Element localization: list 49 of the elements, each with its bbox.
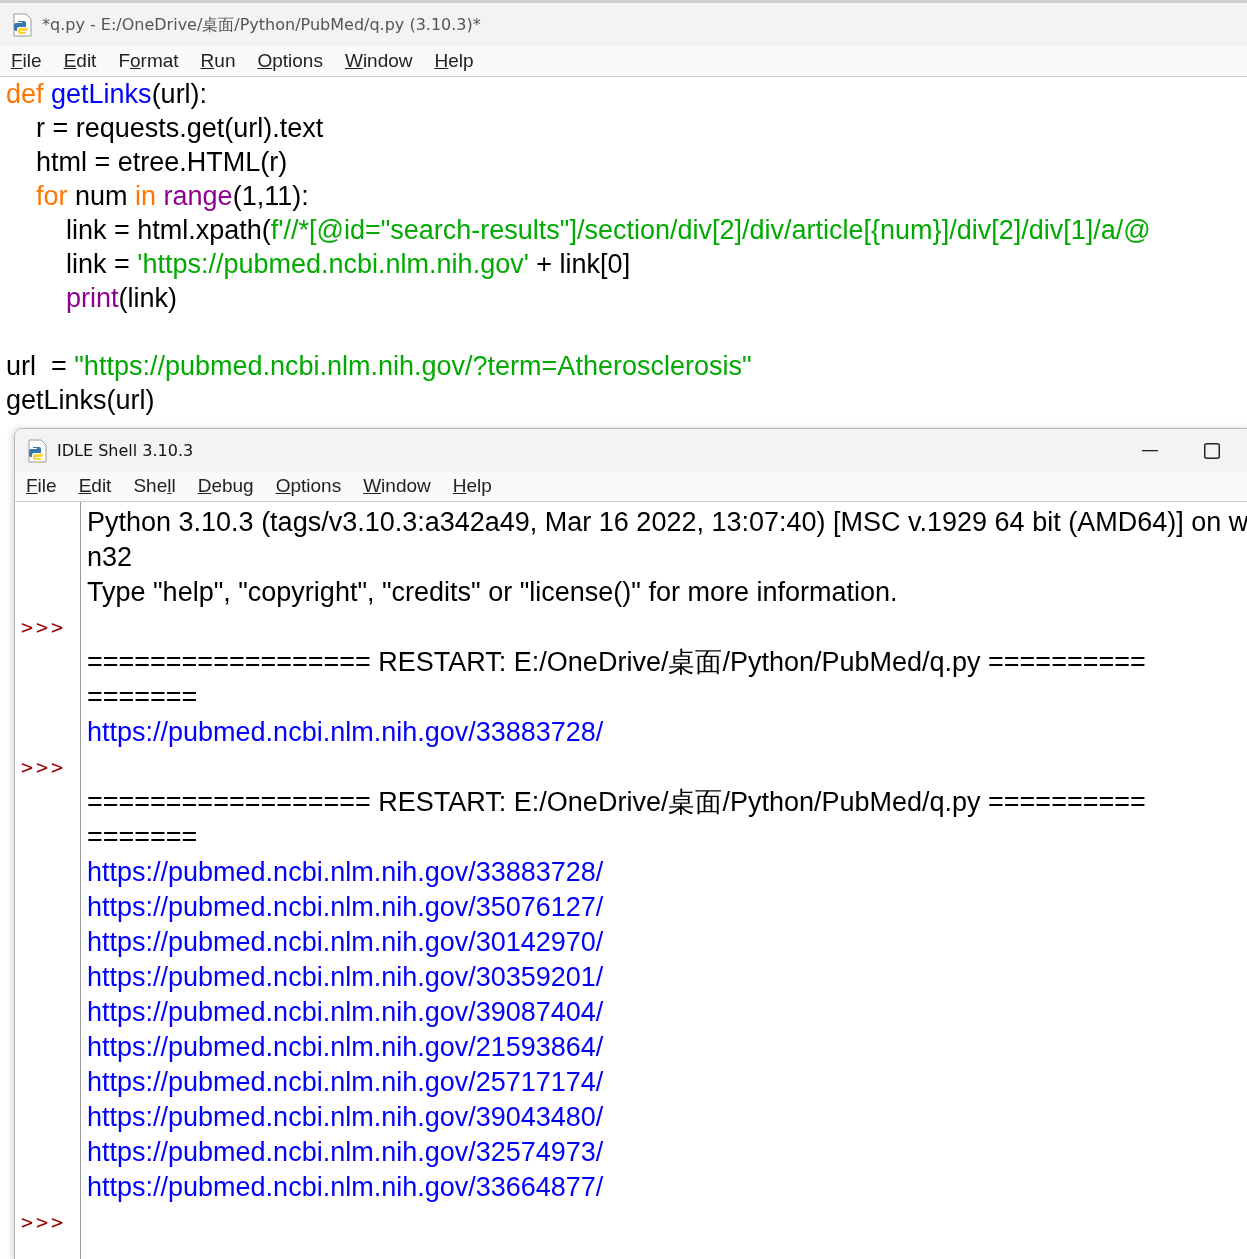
output-link[interactable]: https://pubmed.ncbi.nlm.nih.gov/33664877/ <box>87 1170 1247 1205</box>
menu-item[interactable]: Shell <box>122 472 187 501</box>
output-link[interactable]: https://pubmed.ncbi.nlm.nih.gov/32574973/ <box>87 1135 1247 1170</box>
output-link[interactable]: https://pubmed.ncbi.nlm.nih.gov/35076127/ <box>87 890 1247 925</box>
menu-item[interactable]: Edit <box>67 472 123 501</box>
code-line: html = etree.HTML(r) <box>35 146 289 179</box>
maximize-icon[interactable] <box>1204 442 1220 459</box>
menu-item[interactable]: Debug <box>186 472 265 501</box>
output-link[interactable]: https://pubmed.ncbi.nlm.nih.gov/39087404/ <box>87 995 1247 1030</box>
output-link[interactable]: https://pubmed.ncbi.nlm.nih.gov/30359201/ <box>87 960 1247 995</box>
menu-item[interactable]: Window <box>333 47 424 76</box>
output-line: n32 <box>87 541 134 574</box>
output-link[interactable]: https://pubmed.ncbi.nlm.nih.gov/39043480/ <box>87 1100 1247 1135</box>
menu-item[interactable]: Help <box>423 47 485 76</box>
python-file-icon <box>27 438 49 463</box>
menu-item[interactable]: Options <box>264 472 353 501</box>
window-title: *q.py - E:/OneDrive/桌面/Python/PubMed/q.py (3.10.3)* <box>42 14 481 36</box>
prompt: >>> <box>20 1209 68 1236</box>
output-link[interactable]: https://pubmed.ncbi.nlm.nih.gov/30142970/ <box>87 925 1247 960</box>
menu-item[interactable]: Help <box>441 472 503 501</box>
code-line: link = html.xpath(f'//*[@id="search-results"]/section/div[2]/div/article[{num}]/div[2]/div[1]/a/@ <box>65 214 1152 247</box>
output-line: Type "help", "copyright", "credits" or "license()" for more information. <box>87 576 899 609</box>
code-line: link = 'https://pubmed.ncbi.nlm.nih.gov' + link[0] <box>65 248 632 281</box>
prompt: >>> <box>20 754 68 781</box>
output-line: ======= <box>87 681 199 714</box>
output-link[interactable]: https://pubmed.ncbi.nlm.nih.gov/25717174/ <box>87 1065 1247 1100</box>
output-link[interactable]: https://pubmed.ncbi.nlm.nih.gov/33883728/ <box>87 855 1247 890</box>
window-title: IDLE Shell 3.10.3 <box>57 439 194 462</box>
code-line: print(link) <box>65 282 179 315</box>
code-line: url = "https://pubmed.ncbi.nlm.nih.gov/?term=Atherosclerosis" <box>6 350 753 383</box>
output-line: ======= <box>87 821 199 854</box>
output-line: ================== RESTART: E:/OneDrive/桌面/Python/PubMed/q.py ========== <box>87 646 1147 679</box>
menu-item[interactable]: Format <box>107 47 190 76</box>
menu-item[interactable]: File <box>15 472 68 501</box>
code-line: getLinks(url) <box>6 384 156 417</box>
code-line: for num in range(1,11): <box>35 180 310 213</box>
menu-item[interactable]: Options <box>246 47 334 76</box>
code-line: r = requests.get(url).text <box>35 112 325 145</box>
prompt: >>> <box>20 614 68 641</box>
menu-item[interactable]: Window <box>352 472 442 501</box>
output-line: ================== RESTART: E:/OneDrive/桌面/Python/PubMed/q.py ========== <box>87 786 1147 819</box>
output-link[interactable]: https://pubmed.ncbi.nlm.nih.gov/33883728/ <box>87 715 1247 750</box>
minimize-icon[interactable] <box>1142 449 1158 452</box>
menu-item[interactable]: Run <box>189 47 247 76</box>
menu-item[interactable]: File <box>0 47 53 76</box>
python-file-icon <box>12 13 34 37</box>
code-line: def getLinks(url): <box>6 78 209 111</box>
output-link[interactable]: https://pubmed.ncbi.nlm.nih.gov/21593864/ <box>87 1030 1247 1065</box>
menu-item[interactable]: Edit <box>52 47 108 76</box>
